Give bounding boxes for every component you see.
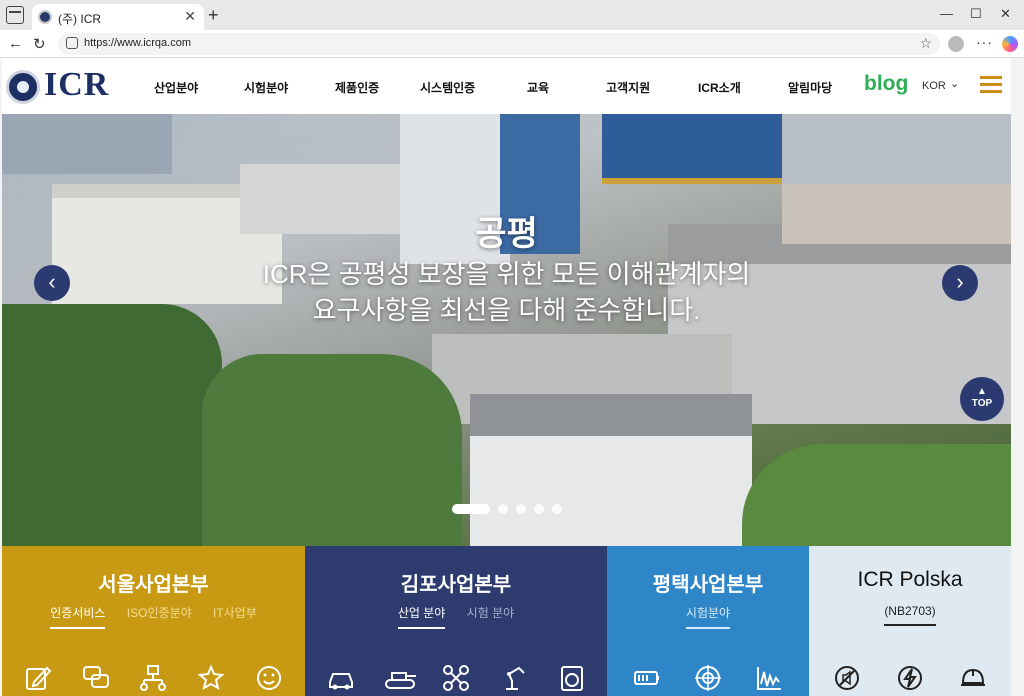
slide-dot[interactable] [534,504,544,514]
maximize-icon[interactable]: ☐ [970,6,982,22]
panel-title: ICR Polska [857,568,963,591]
tab-industry[interactable]: 산업 분야 [397,604,446,629]
chat-bubble-icon[interactable] [82,664,110,692]
no-sound-icon[interactable] [833,664,861,692]
robot-arm-icon[interactable] [501,664,529,692]
nav-item-industry[interactable]: 산업분야 [154,79,198,96]
background-building [602,114,782,184]
scroll-top-button[interactable]: ▲ TOP [960,377,1004,421]
drone-icon[interactable] [442,664,470,692]
nav-item-product-cert[interactable]: 제품인증 [335,79,379,96]
blog-link[interactable]: blog [864,72,908,96]
browser-tab[interactable]: (주) ICR ✕ [32,4,204,30]
hero-title: 공평 [475,215,538,253]
url-text: https://www.icrqa.com [84,37,191,49]
nav-item-education[interactable]: 교육 [527,79,549,96]
panel-tabs: 시험분야 [607,604,809,629]
tab-testing[interactable]: 시험분야 [685,604,731,629]
browser-tab-strip: (주) ICR ✕ + — ☐ ✕ [0,0,1024,30]
lightning-icon[interactable] [896,664,924,692]
tab-close-icon[interactable]: ✕ [184,8,196,25]
trees [202,354,462,546]
panel-title: 평택사업본부 [652,574,764,596]
nav-item-support[interactable]: 고객지원 [606,79,650,96]
lock-icon[interactable] [66,37,78,49]
hamburger-menu-icon[interactable] [980,76,1002,93]
nav-item-notice[interactable]: 알림마당 [788,79,832,96]
slide-dot[interactable] [552,504,562,514]
favorite-star-icon[interactable]: ☆ [919,35,932,52]
panel-tabs: (NB2703) [809,604,1011,626]
tab-title: (주) ICR [58,12,102,26]
close-window-icon[interactable]: ✕ [1000,6,1011,22]
slide-dot[interactable] [516,504,526,514]
panel-pyeongtaek: 평택사업본부 시험분야 [607,546,809,696]
more-menu-icon[interactable]: ··· [976,34,993,50]
hero-slider: 공평 ICR은 공평성 보장을 위한 모든 이해관계자의 요구사항을 최선을 다… [2,114,1011,546]
nav-item-about[interactable]: ICR소개 [698,79,741,96]
panel-gimpo: 김포사업본부 산업 분야 시험 분야 [305,546,607,696]
pencil-edit-icon[interactable] [24,664,52,692]
nav-item-system-cert[interactable]: 시스템인증 [420,79,475,96]
trees [742,444,1011,546]
network-tree-icon[interactable] [139,664,167,692]
profile-avatar[interactable] [948,36,964,52]
minimize-icon[interactable]: — [940,6,953,21]
favicon-icon [38,10,52,24]
slide-dot[interactable] [452,504,490,514]
washing-machine-icon[interactable] [558,664,586,692]
address-bar-row: ← ↻ https://www.icrqa.com ☆ ··· [0,30,1024,58]
site-header: ICR 산업분야 시험분야 제품인증 시스템인증 교육 고객지원 ICR소개 알… [2,58,1011,114]
small-building [470,394,752,546]
tab-actions-icon[interactable] [6,6,24,24]
waveform-chart-icon[interactable] [755,664,783,692]
tab-iso-cert[interactable]: ISO인증분야 [127,604,192,627]
tab-testing[interactable]: 시험 분야 [467,604,515,627]
tank-icon[interactable] [383,664,417,692]
nb-number: (NB2703) [884,604,936,626]
nav-item-testing[interactable]: 시험분야 [244,79,288,96]
prev-slide-button[interactable]: ‹ [34,265,70,301]
tab-it-division[interactable]: IT사업부 [213,604,257,627]
slide-dot[interactable] [498,504,508,514]
logo-emblem-icon[interactable] [6,70,40,104]
hero-subtitle: ICR은 공평성 보장을 위한 모든 이해관계자의 요구사항을 최선을 다해 준… [2,256,1011,328]
next-slide-button[interactable]: › [942,265,978,301]
smile-face-icon[interactable] [255,664,283,692]
panel-polska: ICR Polska (NB2703) [809,546,1011,696]
panel-title: 김포사업본부 [400,574,512,596]
hero-subtitle-line: ICR은 공평성 보장을 위한 모든 이해관계자의 [262,259,751,289]
trees [2,304,222,546]
language-selector[interactable]: KOR [922,80,946,92]
new-tab-button[interactable]: + [208,5,219,26]
site-logo[interactable]: ICR [44,66,109,104]
target-icon[interactable] [694,664,722,692]
car-icon[interactable] [327,664,355,692]
copilot-icon[interactable] [1002,36,1018,52]
tab-cert-service[interactable]: 인증서비스 [50,604,106,629]
hero-subtitle-line: 요구사항을 최선을 다해 준수합니다. [312,295,701,325]
panel-title: 서울사업본부 [98,574,209,596]
star-box-icon[interactable] [197,664,225,692]
background-building [2,114,172,174]
reload-icon[interactable]: ↻ [33,35,46,53]
panel-seoul: 서울사업본부 인증서비스 ISO인증분야 IT사업부 [2,546,305,696]
helmet-icon[interactable] [959,664,987,692]
battery-icon[interactable] [633,664,661,692]
panel-tabs: 인증서비스 ISO인증분야 IT사업부 [2,604,305,629]
url-field[interactable]: https://www.icrqa.com ☆ [58,33,940,55]
back-arrow-icon[interactable]: ← [8,35,23,52]
panel-tabs: 산업 분야 시험 분야 [305,604,607,629]
top-label: TOP [971,398,993,409]
chevron-down-icon[interactable]: ⌄ [950,77,959,90]
